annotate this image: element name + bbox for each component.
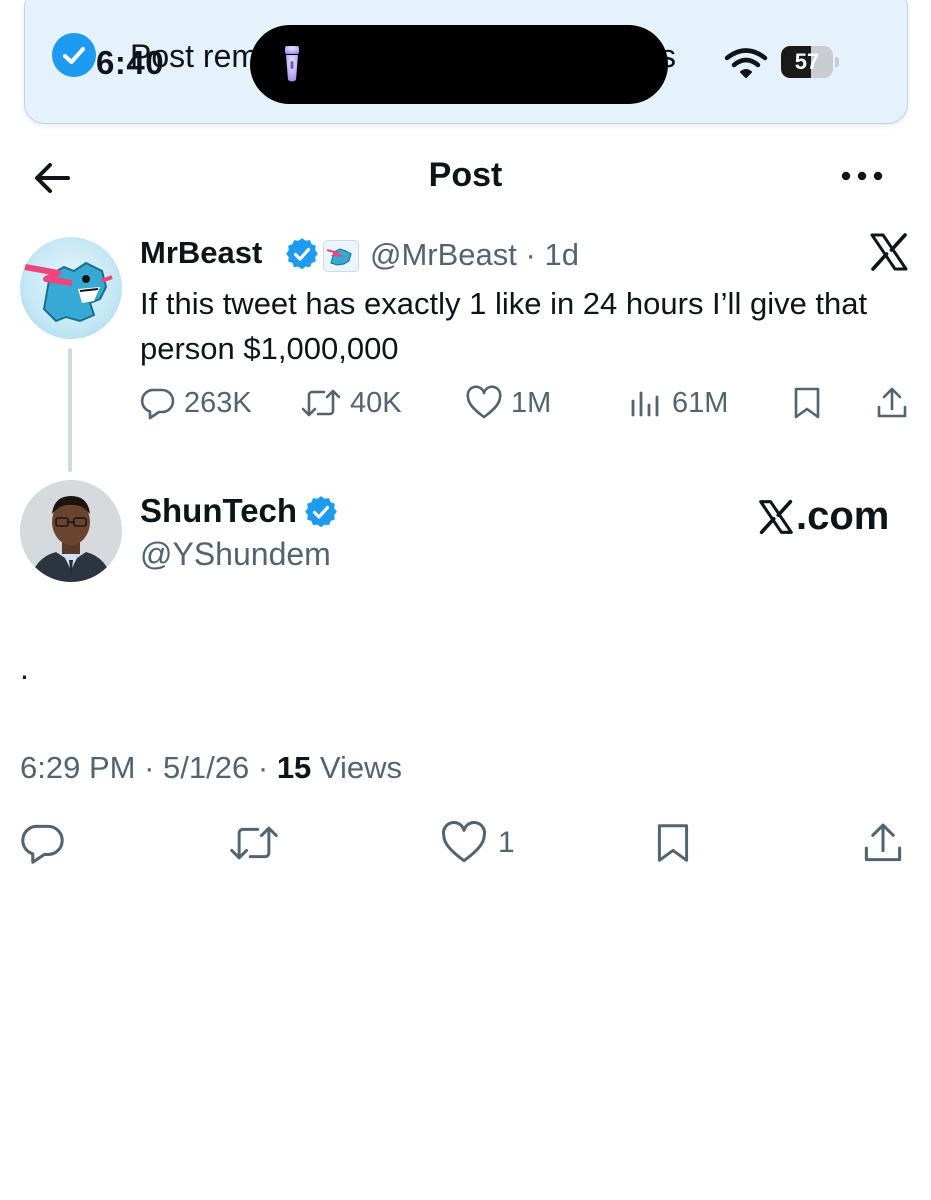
analytics-icon: [631, 391, 659, 417]
post-date: 5/1/26: [163, 750, 250, 785]
thread-connector: [68, 348, 72, 472]
separator: ·: [257, 750, 269, 785]
wifi-icon: [724, 47, 768, 79]
like-button[interactable]: 1M: [465, 385, 551, 421]
author-name[interactable]: ShunTech: [140, 492, 297, 530]
like-button[interactable]: 1: [440, 820, 515, 866]
page-title: Post: [428, 156, 503, 194]
avatar-mrbeast[interactable]: [20, 237, 122, 339]
tweet-text: .: [20, 650, 29, 686]
share-button[interactable]: [874, 385, 918, 421]
post-age: 1d: [544, 237, 579, 272]
post-metadata: 6:29 PM · 5/1/26 · 15 Views: [20, 750, 402, 786]
views-count: 15: [276, 750, 312, 785]
like-count: 1M: [511, 386, 552, 419]
x-logo-icon: [869, 232, 909, 272]
handle-text: @MrBeast: [370, 237, 517, 272]
repost-icon: [230, 826, 278, 860]
watermark-text: .com: [796, 494, 890, 538]
reply-button[interactable]: [20, 820, 76, 866]
share-icon: [877, 387, 907, 418]
check-icon: [52, 33, 96, 77]
status-time: 6:40: [96, 44, 165, 81]
repost-button[interactable]: 40K: [300, 385, 402, 421]
tweet-text: If this tweet has exactly 1 like in 24 h…: [140, 286, 868, 366]
repost-button[interactable]: [228, 820, 290, 866]
separator: ·: [525, 237, 536, 272]
x-com-watermark: .com: [758, 494, 889, 539]
repost-count: 40K: [350, 386, 402, 419]
author-handle[interactable]: @YShundem: [140, 536, 331, 573]
repost-icon: [301, 389, 341, 417]
verified-badge-icon: [286, 238, 318, 270]
x-logo-icon: [759, 499, 793, 534]
like-count: 1: [498, 826, 515, 859]
affiliate-badge-icon: [323, 240, 359, 272]
battery-icon: 57: [781, 46, 839, 78]
more-options-icon[interactable]: [838, 164, 886, 188]
views-label[interactable]: Views: [320, 750, 402, 785]
verified-badge-icon: [305, 496, 337, 528]
bookmark-button[interactable]: [652, 820, 704, 866]
dynamic-island: [250, 25, 668, 104]
post-time: 6:29 PM: [20, 750, 136, 785]
views-button[interactable]: 61M: [628, 385, 728, 421]
share-button[interactable]: [860, 820, 916, 866]
bookmark-button[interactable]: [790, 385, 832, 421]
avatar-shuntech[interactable]: [20, 480, 122, 582]
reply-icon: [140, 388, 175, 420]
heart-icon: [441, 821, 487, 863]
heart-icon: [466, 385, 502, 419]
reply-icon: [21, 824, 64, 864]
battery-level: 57: [794, 49, 820, 74]
bookmark-icon: [794, 387, 820, 419]
author-handle[interactable]: @MrBeast · 1d: [370, 237, 579, 273]
bookmark-icon: [657, 824, 689, 862]
flashlight-icon: [278, 42, 306, 86]
share-icon: [864, 823, 902, 862]
views-count: 61M: [672, 386, 729, 419]
author-name[interactable]: MrBeast: [140, 235, 262, 271]
reply-count: 263K: [184, 386, 252, 419]
reply-button[interactable]: 263K: [140, 385, 252, 421]
separator: ·: [144, 750, 155, 785]
